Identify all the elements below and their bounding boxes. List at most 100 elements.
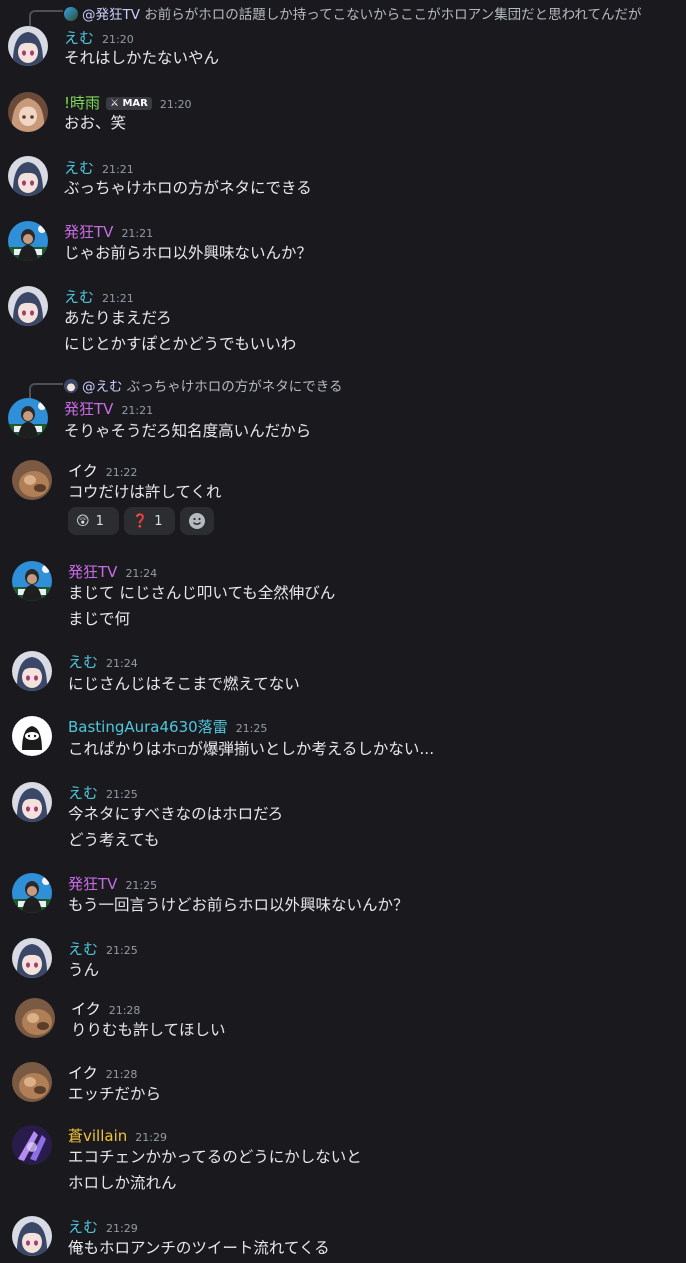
- reaction-count: 1: [154, 513, 163, 529]
- timestamp: 21:21: [121, 404, 154, 417]
- timestamp: 21:20: [102, 33, 134, 46]
- avatar-emu[interactable]: [12, 782, 52, 822]
- message-text: コウだけは許してくれ: [68, 483, 222, 501]
- timestamp: 21:28: [105, 1068, 138, 1081]
- avatar-emu[interactable]: [12, 651, 52, 691]
- astonished-emoji-icon: 😲: [76, 513, 90, 529]
- avatar-hakkyo[interactable]: [8, 398, 48, 438]
- avatar-hakkyo[interactable]: [8, 221, 48, 261]
- username[interactable]: 発狂TV: [64, 400, 113, 418]
- avatar-basting[interactable]: [12, 716, 52, 756]
- message-text: ホロしか流れん: [68, 1174, 177, 1192]
- message-text: ぶっちゃけホロの方がネタにできる: [64, 179, 312, 197]
- reply-preview[interactable]: @発狂TV お前らがホロの話題しか持ってこないからここがホロアン集団だと思われて…: [64, 3, 642, 23]
- username[interactable]: えむ: [68, 653, 98, 671]
- message-header: イク 21:22: [68, 460, 137, 481]
- reaction-count: 1: [95, 513, 104, 529]
- message-text: 今ネタにすべきなのはホロだろ: [68, 805, 284, 823]
- message-text: それはしかたないやん: [64, 49, 220, 67]
- message-header: 蒼villain 21:29: [68, 1125, 167, 1146]
- timestamp: 21:21: [102, 163, 134, 176]
- message-header: えむ 21:21: [64, 286, 134, 307]
- username[interactable]: えむ: [64, 159, 94, 177]
- username[interactable]: !時雨: [64, 94, 100, 112]
- reaction-question[interactable]: ❓ 1: [124, 507, 175, 535]
- timestamp: 21:28: [108, 1004, 141, 1017]
- message-text: うん: [68, 961, 100, 979]
- reply-avatar-hakkyo: [64, 7, 78, 21]
- timestamp: 21:25: [106, 944, 138, 957]
- avatar-emu[interactable]: [8, 26, 48, 66]
- message-text: エコチェンかかってるのどうにかしないと: [68, 1148, 362, 1166]
- message-header: !時雨 ⚔ MAR 21:20: [64, 92, 192, 113]
- avatar-iku[interactable]: [15, 998, 55, 1038]
- username[interactable]: イク: [68, 462, 98, 480]
- message-text: にじとかすぽとかどうでもいいわ: [64, 335, 297, 353]
- role-tag-label: MAR: [122, 98, 148, 109]
- message-header: 発狂TV 21:24: [68, 561, 157, 582]
- reply-avatar-emu: [64, 379, 78, 393]
- username[interactable]: えむ: [68, 940, 98, 958]
- reply-mention[interactable]: @発狂TV: [82, 7, 140, 23]
- add-reaction-button[interactable]: [180, 507, 214, 535]
- message-text: まじで何: [68, 610, 131, 628]
- message-header: えむ 21:24: [68, 651, 138, 672]
- username[interactable]: 発狂TV: [68, 563, 117, 581]
- username[interactable]: 蒼villain: [68, 1127, 127, 1145]
- timestamp: 21:24: [106, 657, 138, 670]
- message-header: えむ 21:21: [64, 157, 134, 178]
- question-emoji-icon: ❓: [132, 513, 149, 529]
- timestamp: 21:22: [105, 466, 138, 479]
- message-header: 発狂TV 21:21: [64, 221, 153, 242]
- username[interactable]: えむ: [64, 288, 94, 306]
- message-text: まじて にじさんじ叩いても全然伸びん: [68, 584, 336, 602]
- username[interactable]: えむ: [68, 784, 98, 802]
- timestamp: 21:21: [121, 227, 154, 240]
- message-text: あたりまえだろ: [64, 309, 172, 327]
- username[interactable]: えむ: [64, 29, 94, 47]
- message-header: えむ 21:29: [68, 1216, 138, 1237]
- reply-preview[interactable]: @えむ ぶっちゃけホロの方がネタにできる: [64, 375, 343, 395]
- message-text: どう考えても: [68, 831, 160, 849]
- avatar-shigure[interactable]: [8, 92, 48, 132]
- username[interactable]: えむ: [68, 1218, 98, 1236]
- avatar-emu[interactable]: [12, 1216, 52, 1256]
- message-text: 俺もホロアンチのツイート流れてくる: [68, 1239, 330, 1257]
- avatar-iku[interactable]: [12, 1062, 52, 1102]
- timestamp: 21:29: [135, 1131, 167, 1144]
- avatar-iku[interactable]: [12, 460, 52, 500]
- reply-mention[interactable]: @えむ: [82, 379, 123, 395]
- sword-icon: ⚔: [110, 98, 119, 109]
- timestamp: 21:25: [235, 722, 268, 735]
- message-header: 発狂TV 21:21: [64, 398, 153, 419]
- reply-spine: [29, 10, 63, 26]
- username[interactable]: 発狂TV: [68, 875, 117, 893]
- timestamp: 21:25: [106, 788, 138, 801]
- message-text: エッチだから: [68, 1085, 162, 1103]
- avatar-ao[interactable]: [12, 1125, 52, 1165]
- message-text: りりむも許してほしい: [71, 1021, 226, 1039]
- message-header: イク 21:28: [68, 1062, 137, 1083]
- message-text: にじさんじはそこまで燃えてない: [68, 675, 300, 693]
- reply-spine: [29, 383, 63, 399]
- username[interactable]: イク: [71, 1000, 101, 1018]
- avatar-hakkyo[interactable]: [12, 561, 52, 601]
- username[interactable]: イク: [68, 1064, 98, 1082]
- message-header: えむ 21:25: [68, 782, 138, 803]
- avatar-hakkyo[interactable]: [12, 873, 52, 913]
- timestamp: 21:21: [102, 292, 134, 305]
- message-text: そりゃそうだろ知名度高いんだから: [64, 422, 312, 440]
- message-text: もう一回言うけどお前らホロ以外興味ないんか？: [68, 896, 409, 914]
- timestamp: 21:25: [125, 879, 158, 892]
- avatar-emu[interactable]: [8, 156, 48, 196]
- avatar-emu[interactable]: [12, 938, 52, 978]
- add-reaction-icon: [189, 513, 205, 529]
- reaction-astonished[interactable]: 😲 1: [68, 507, 119, 535]
- username[interactable]: 発狂TV: [64, 223, 113, 241]
- message-header: えむ 21:25: [68, 938, 138, 959]
- reply-text: お前らがホロの話題しか持ってこないからここがホロアン集団だと思われてんだが: [144, 7, 642, 23]
- timestamp: 21:24: [125, 567, 158, 580]
- message-text: これぱかりはホ▫が爆弾揃いとしか考えるしかない...: [68, 740, 435, 758]
- avatar-emu[interactable]: [8, 286, 48, 326]
- username[interactable]: BastingAura4630落雷: [68, 718, 228, 736]
